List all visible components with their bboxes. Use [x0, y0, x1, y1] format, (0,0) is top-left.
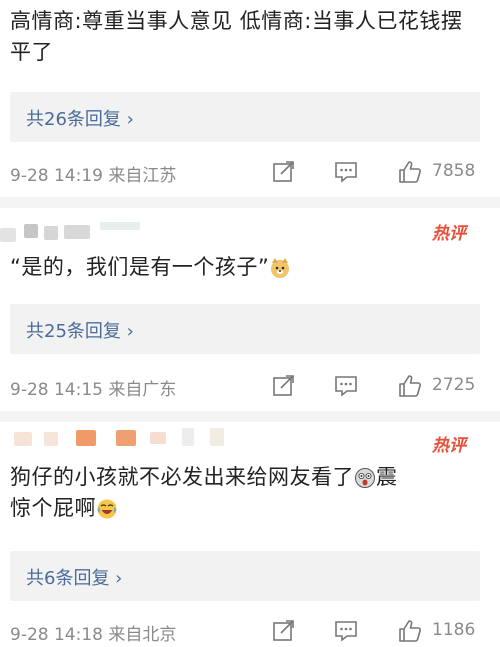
blurred-username [0, 228, 16, 242]
comment-icon[interactable] [333, 618, 359, 644]
blurred-username [150, 432, 166, 444]
hot-badge-label: 热评 [432, 436, 469, 456]
blurred-username [44, 432, 58, 446]
reply-box[interactable]: 共26条回复 › [10, 92, 480, 142]
like-count: 1186 [432, 620, 476, 640]
blurred-username [24, 224, 38, 238]
view-replies-link[interactable]: 共26条回复 › [26, 105, 134, 131]
blurred-username [14, 432, 32, 446]
view-replies-link[interactable]: 共25条回复 › [26, 317, 134, 343]
like-icon[interactable] [397, 373, 423, 399]
comment-text-line1-end: 震 [376, 465, 398, 489]
comment-text: 高情商:尊重当事人意见 低情商:当事人已花钱摆平了 [10, 9, 463, 64]
blurred-username [210, 428, 224, 446]
comment-text-body: “是的，我们是有一个孩子” [10, 255, 270, 279]
blurred-username [182, 428, 194, 446]
blurred-username [64, 225, 90, 239]
timestamp: 9-28 14:18 来自北京 [10, 625, 177, 645]
hot-comment-badge: 热评 [432, 436, 469, 456]
view-replies-link[interactable]: 共6条回复 › [26, 564, 122, 590]
comment-text: 狗仔的小孩就不必发出来给网友看了 震 惊个屁啊 [10, 462, 495, 524]
comment-text-line2: 惊个屁啊 [10, 496, 96, 520]
shocked-face-emoji-icon [355, 468, 375, 488]
timestamp: 9-28 14:15 来自广东 [10, 380, 177, 400]
comment-meta: 9-28 14:18 来自北京 1186 [0, 617, 500, 647]
like-count: 7858 [432, 161, 476, 181]
hot-comment-badge: 热评 [432, 224, 469, 244]
reply-box[interactable]: 共6条回复 › [10, 551, 480, 601]
reply-box[interactable]: 共25条回复 › [10, 304, 480, 354]
comment-icon[interactable] [333, 373, 359, 399]
blurred-username [76, 430, 96, 446]
doge-emoji-icon [271, 258, 290, 278]
timestamp: 9-28 14:19 来自江苏 [10, 166, 177, 186]
hot-badge-label: 热评 [432, 224, 469, 244]
divider [0, 411, 500, 422]
like-icon[interactable] [397, 618, 423, 644]
share-icon[interactable] [270, 373, 296, 399]
blurred-username [44, 226, 58, 240]
share-icon[interactable] [270, 159, 296, 185]
like-count: 2725 [432, 375, 476, 395]
blurred-username [116, 430, 136, 446]
share-icon[interactable] [270, 618, 296, 644]
comment-text-line1: 狗仔的小孩就不必发出来给网友看了 [10, 465, 354, 489]
comment-icon[interactable] [333, 159, 359, 185]
laugh-crying-emoji-icon [97, 499, 117, 519]
divider [0, 197, 500, 208]
like-icon[interactable] [397, 159, 423, 185]
comment-meta: 9-28 14:15 来自广东 2725 [0, 372, 500, 402]
comment-text: “是的，我们是有一个孩子” [10, 252, 495, 283]
comment-meta: 9-28 14:19 来自江苏 7858 [0, 158, 500, 188]
blurred-username [100, 222, 140, 230]
